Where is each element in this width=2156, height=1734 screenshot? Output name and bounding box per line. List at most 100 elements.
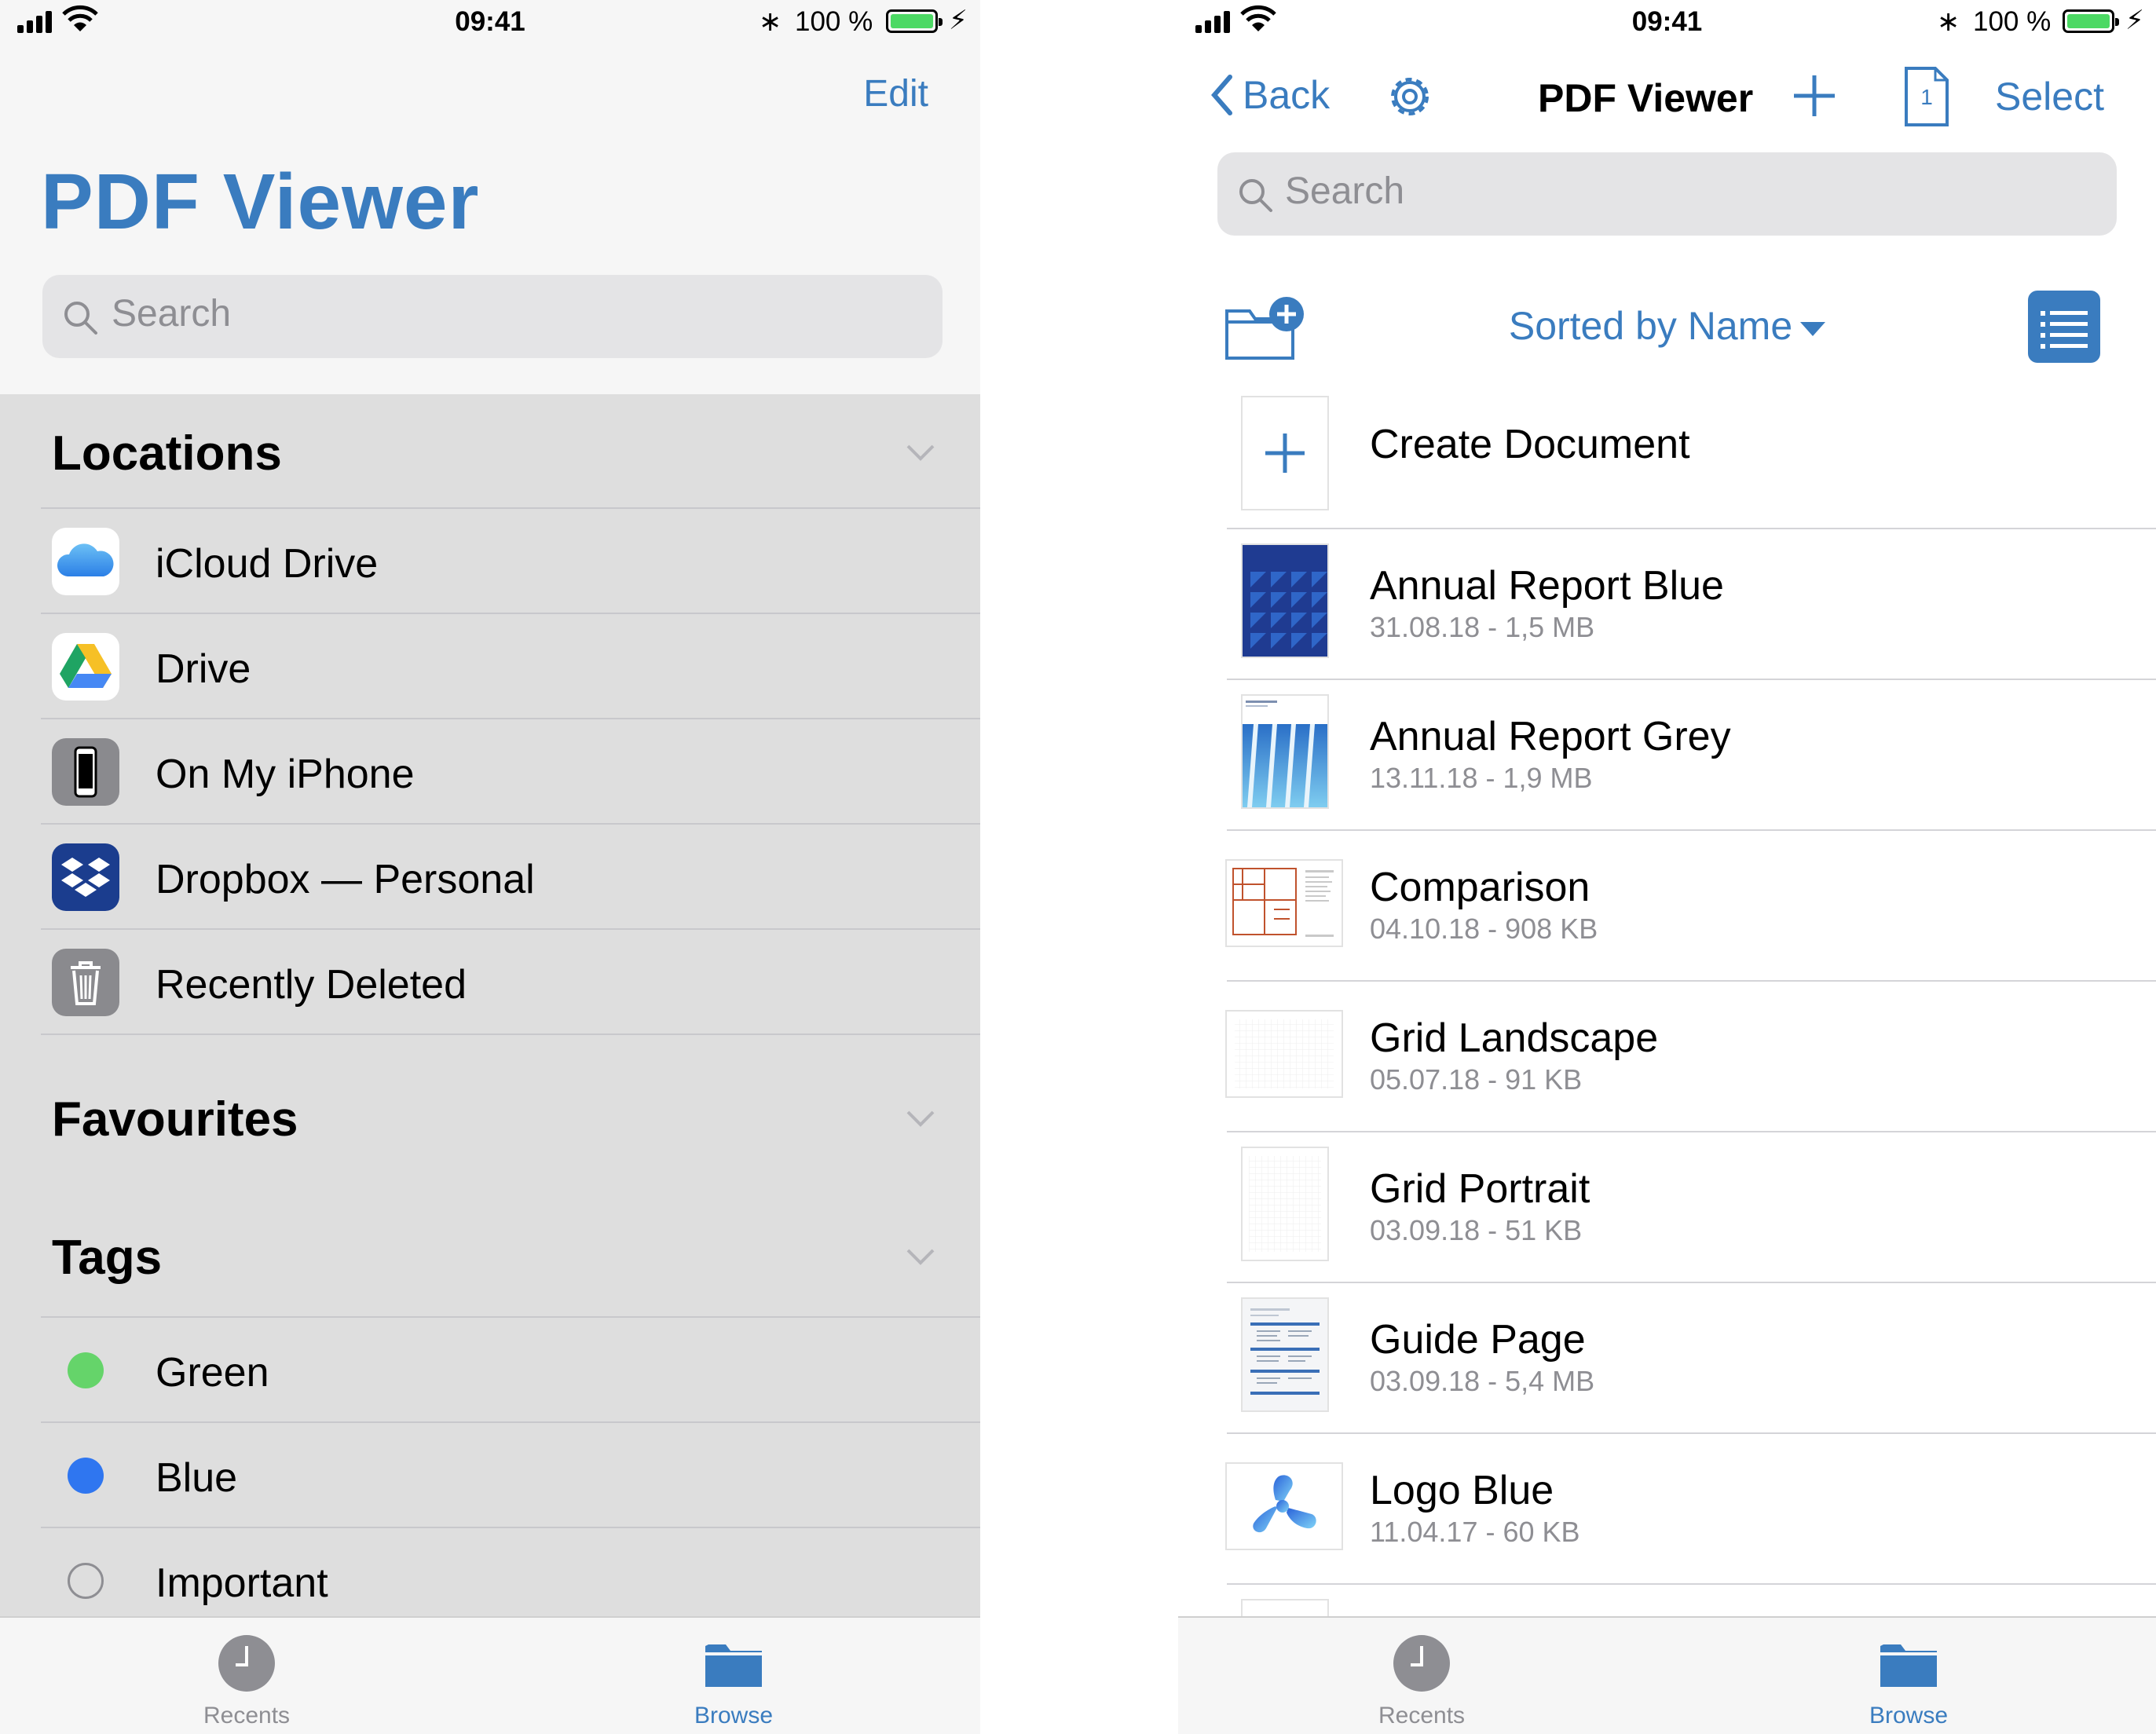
tag-blue[interactable]: Blue [0, 1423, 980, 1528]
create-document-tile [1243, 397, 1327, 509]
folder-icon [705, 1644, 762, 1687]
location-dropbox[interactable]: Dropbox — Personal [0, 825, 980, 930]
document-name: Guide Page [1370, 1317, 1586, 1363]
location-on-my-iphone[interactable]: On My iPhone [0, 719, 980, 825]
clock-icon [1393, 1635, 1450, 1692]
location-recently-deleted[interactable]: Recently Deleted [0, 930, 980, 1035]
tag-label: Green [156, 1350, 269, 1396]
document-meta: 04.10.18 - 908 KB [1370, 913, 1598, 945]
search-placeholder: Search [112, 293, 232, 335]
document-meta: 03.09.18 - 5,4 MB [1370, 1365, 1595, 1397]
tab-label: Recents [1378, 1703, 1466, 1729]
sort-label: Sorted by Name [1508, 304, 1793, 348]
edit-button[interactable]: Edit [863, 72, 928, 115]
search-input[interactable]: Search [1217, 152, 2117, 236]
document-row[interactable]: Grid Portrait 03.09.18 - 51 KB [1178, 1132, 2156, 1283]
document-thumbnail [1227, 1012, 1342, 1096]
tag-color-dot [68, 1352, 104, 1388]
tab-recents[interactable]: Recents [1304, 1618, 1539, 1734]
document-row[interactable]: Logo Blue 11.04.17 - 60 KB [1178, 1434, 2156, 1585]
nav-bar: Back PDF Viewer 1 Select [1178, 63, 2156, 129]
trash-icon [52, 949, 119, 1016]
document-row[interactable]: Guide Page 03.09.18 - 5,4 MB [1178, 1283, 2156, 1434]
document-name: Annual Report Grey [1370, 714, 1731, 759]
document-meta: 13.11.18 - 1,9 MB [1370, 762, 1593, 794]
location-label: Recently Deleted [156, 962, 467, 1008]
status-bar: 09:41 ∗ 100 % ⚡ [0, 0, 980, 44]
document-thumbnail [1243, 1148, 1327, 1260]
document-name: Grid Portrait [1370, 1166, 1590, 1212]
select-button[interactable]: Select [1995, 74, 2104, 119]
location-label: Dropbox — Personal [156, 857, 535, 902]
tab-recents[interactable]: Recents [129, 1618, 364, 1734]
tab-browse[interactable]: Browse [1791, 1618, 2026, 1734]
bluetooth-icon: ∗ [759, 6, 782, 37]
gear-icon[interactable] [1384, 71, 1436, 123]
tags-header[interactable]: Tags [52, 1230, 162, 1286]
bluetooth-icon: ∗ [1937, 6, 1960, 37]
tag-label: Blue [156, 1455, 238, 1501]
document-name: Grid Landscape [1370, 1015, 1659, 1061]
document-row[interactable]: Annual Report Grey 13.11.18 - 1,9 MB [1178, 680, 2156, 831]
document-meta: 05.07.18 - 91 KB [1370, 1063, 1583, 1096]
tag-color-dot [68, 1458, 104, 1494]
location-label: Drive [156, 646, 251, 692]
battery-icon [886, 9, 943, 33]
list-icon [2041, 311, 2088, 349]
battery-percent: 100 % [1973, 6, 2052, 37]
document-thumbnail [1227, 861, 1342, 946]
location-label: On My iPhone [156, 752, 415, 797]
document-row[interactable]: Annual Report Blue 31.08.18 - 1,5 MB [1178, 529, 2156, 680]
create-document-row[interactable]: Create Document [1178, 379, 2156, 529]
back-button[interactable]: Back [1208, 72, 1330, 118]
sort-dropdown[interactable]: Sorted by Name [1178, 303, 2156, 349]
document-row[interactable]: Comparison 04.10.18 - 908 KB [1178, 831, 2156, 982]
tab-browse[interactable]: Browse [616, 1618, 851, 1734]
nav-title: PDF Viewer [1538, 76, 1754, 120]
tab-label: Browse [694, 1703, 774, 1729]
charging-icon: ⚡ [2125, 5, 2144, 35]
icloud-icon [52, 528, 119, 595]
location-label: iCloud Drive [156, 541, 379, 587]
locations-header[interactable]: Locations [52, 426, 282, 481]
search-input[interactable]: Search [42, 275, 943, 358]
favourites-header[interactable]: Favourites [52, 1092, 298, 1147]
list-view-button[interactable] [2028, 291, 2100, 363]
document-name: Logo Blue [1370, 1468, 1554, 1513]
iphone-icon [52, 738, 119, 806]
tab-bar: Recents Browse [0, 1616, 980, 1734]
dropbox-icon [52, 843, 119, 911]
document-name: Annual Report Blue [1370, 563, 1724, 609]
page-count-button[interactable]: 1 [1904, 66, 1949, 127]
list-toolbar: Sorted by Name [1178, 283, 2156, 369]
search-icon [1239, 179, 1272, 212]
plus-icon [1265, 434, 1305, 473]
document-row[interactable]: Grid Landscape 05.07.18 - 91 KB [1178, 982, 2156, 1132]
chevron-down-icon[interactable] [905, 1241, 936, 1272]
back-label: Back [1243, 73, 1331, 117]
document-thumbnail [1243, 1299, 1327, 1410]
search-icon [64, 302, 97, 335]
tag-green[interactable]: Green [0, 1318, 980, 1423]
folder-content-screen: 09:41 ∗ 100 % ⚡ Back PDF Viewer 1 Select… [1178, 0, 2156, 1734]
location-drive[interactable]: Drive [0, 614, 980, 719]
tag-label: Important [156, 1560, 328, 1606]
battery-percent: 100 % [795, 6, 873, 37]
document-thumbnail [1227, 1464, 1342, 1549]
location-icloud-drive[interactable]: iCloud Drive [0, 509, 980, 614]
tab-bar: Recents Browse [1178, 1616, 2156, 1734]
add-icon[interactable] [1792, 74, 1836, 118]
search-placeholder: Search [1285, 170, 1405, 212]
chevron-down-icon[interactable] [905, 437, 936, 468]
document-meta: 31.08.18 - 1,5 MB [1370, 611, 1595, 643]
page-title: PDF Viewer [41, 158, 480, 246]
tag-empty-dot [68, 1563, 104, 1599]
document-meta: 03.09.18 - 51 KB [1370, 1214, 1583, 1246]
clock-icon [218, 1635, 275, 1692]
status-bar: 09:41 ∗ 100 % ⚡ [1178, 0, 2156, 44]
document-thumbnail [1243, 545, 1327, 657]
chevron-down-icon[interactable] [905, 1103, 936, 1134]
google-drive-icon [52, 633, 119, 701]
create-document-label: Create Document [1370, 422, 1690, 467]
tab-label: Browse [1869, 1703, 1949, 1729]
